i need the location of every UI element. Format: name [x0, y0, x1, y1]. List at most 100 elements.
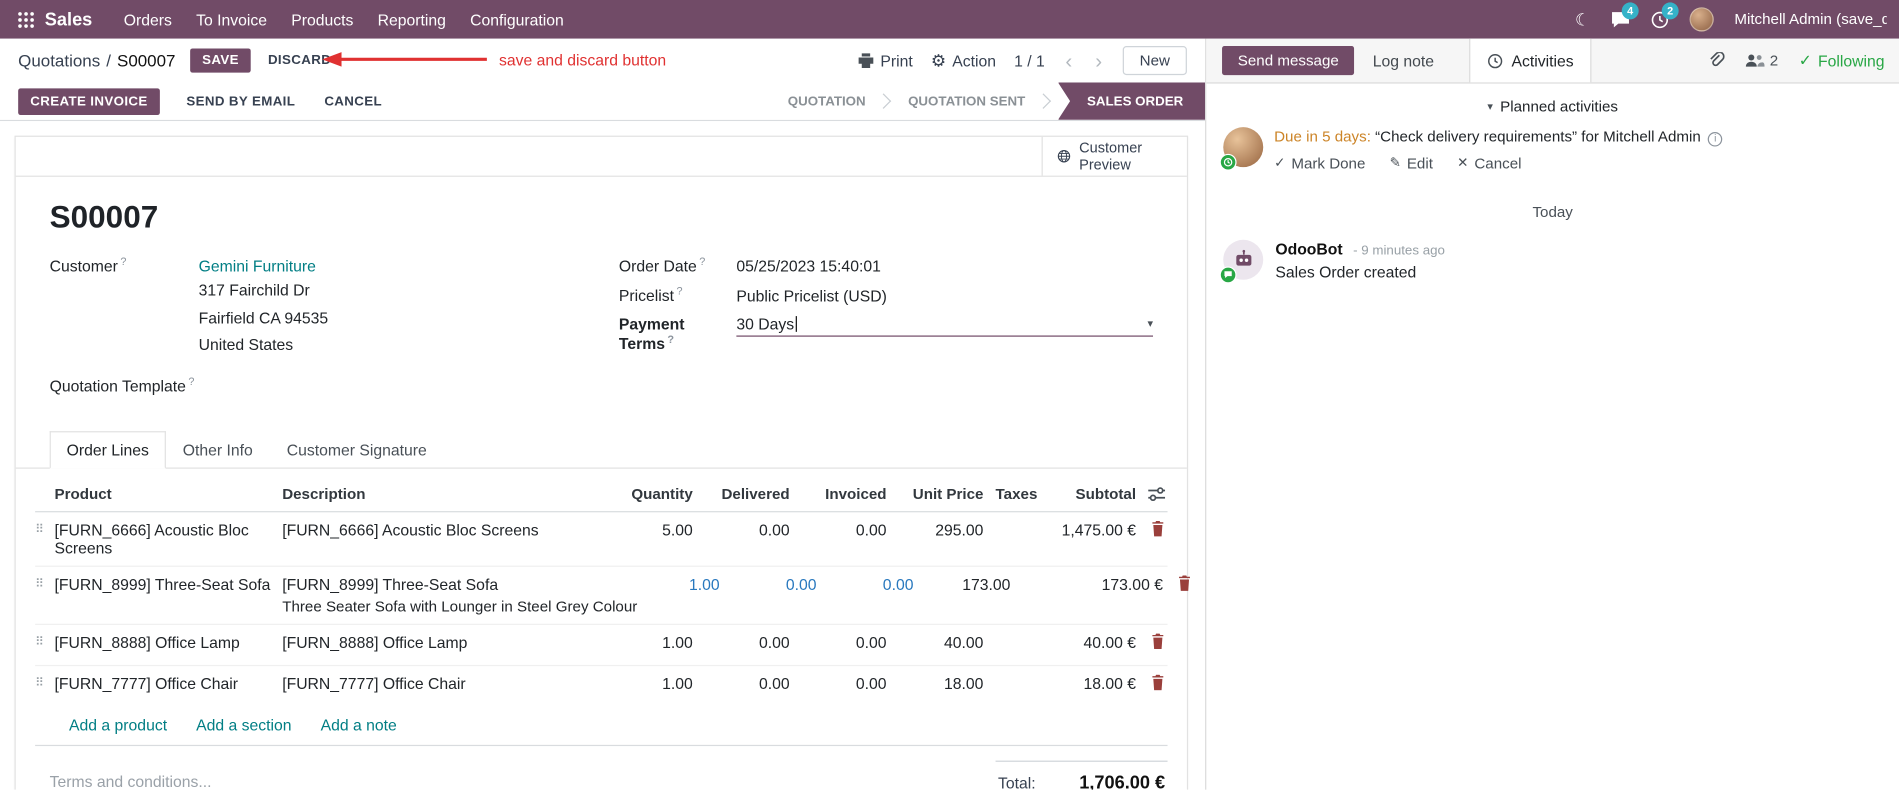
cell-product[interactable]: [FURN_7777] Office Chair — [55, 675, 283, 693]
nav-reporting[interactable]: Reporting — [366, 2, 459, 37]
nav-to-invoice[interactable]: To Invoice — [184, 2, 279, 37]
customer-link[interactable]: Gemini Furniture — [199, 257, 316, 275]
add-note-link[interactable]: Add a note — [321, 716, 397, 734]
cell-description[interactable]: [FURN_7777] Office Chair — [282, 675, 620, 698]
cell-quantity[interactable]: 5.00 — [620, 521, 693, 539]
order-date-value[interactable]: 05/25/2023 15:40:01 — [736, 257, 880, 275]
col-header-product[interactable]: Product — [55, 486, 283, 503]
cell-unit-price[interactable]: 295.00 — [887, 521, 983, 539]
cell-unit-price[interactable]: 173.00 — [913, 576, 1010, 594]
send-message-button[interactable]: Send message — [1222, 46, 1355, 76]
tab-customer-signature[interactable]: Customer Signature — [270, 431, 444, 469]
edit-activity-button[interactable]: ✎ Edit — [1390, 154, 1433, 171]
breadcrumb-quotations[interactable]: Quotations — [18, 51, 100, 70]
drag-handle-icon[interactable]: ⠿ — [35, 634, 54, 652]
dropdown-caret-icon[interactable]: ▾ — [1148, 317, 1153, 330]
followers-button[interactable]: 2 — [1746, 52, 1778, 69]
nav-products[interactable]: Products — [279, 2, 365, 37]
pager-previous-icon[interactable]: ‹ — [1063, 50, 1075, 71]
cancel-activity-button[interactable]: ✕ Cancel — [1457, 154, 1521, 171]
col-header-delivered[interactable]: Delivered — [693, 486, 789, 503]
cell-quantity[interactable]: 1.00 — [647, 576, 720, 594]
save-button[interactable]: SAVE — [190, 48, 251, 73]
cell-subtotal: 40.00 € — [1083, 633, 1137, 652]
cell-invoiced[interactable]: 0.00 — [790, 521, 887, 539]
print-button[interactable]: Print — [857, 51, 913, 70]
col-header-quantity[interactable]: Quantity — [620, 486, 692, 503]
delete-line-button[interactable] — [1177, 575, 1192, 592]
drag-handle-icon[interactable]: ⠿ — [35, 675, 54, 693]
col-header-invoiced[interactable]: Invoiced — [790, 486, 886, 503]
col-header-description[interactable]: Description — [282, 486, 620, 503]
terms-placeholder[interactable]: Terms and conditions... — [50, 773, 996, 790]
pager-next-icon[interactable]: › — [1093, 50, 1105, 71]
cell-description[interactable]: [FURN_8888] Office Lamp — [282, 634, 620, 657]
tab-other-info[interactable]: Other Info — [166, 431, 270, 469]
customer-preview-link[interactable]: Customer Preview — [1041, 136, 1187, 176]
action-button[interactable]: ⚙ Action — [931, 51, 996, 69]
col-header-taxes[interactable]: Taxes — [983, 486, 1044, 503]
delete-line-button[interactable] — [1151, 675, 1166, 691]
text-cursor — [795, 315, 797, 332]
cancel-button[interactable]: CANCEL — [315, 88, 392, 115]
nav-configuration[interactable]: Configuration — [458, 2, 576, 37]
cell-subtotal: 1,475.00 € — [1061, 521, 1137, 540]
user-name[interactable]: Mitchell Admin (save_discar — [1734, 11, 1887, 28]
dark-mode-icon[interactable]: ☾ — [1575, 9, 1590, 30]
log-note-button[interactable]: Log note — [1355, 39, 1453, 83]
cell-description[interactable]: [FURN_8999] Three-Seat Sofa Three Seater … — [282, 576, 647, 616]
activities-tab[interactable]: Activities — [1469, 38, 1592, 83]
cell-delivered[interactable]: 0.00 — [693, 634, 790, 652]
planned-activities-header[interactable]: ▾ Planned activities — [1206, 98, 1899, 115]
optional-columns-icon[interactable] — [1148, 487, 1166, 502]
state-quotation-sent[interactable]: QUOTATION SENT — [889, 82, 1045, 120]
help-marker: ? — [667, 332, 675, 345]
cell-product[interactable]: [FURN_6666] Acoustic Bloc Screens — [55, 521, 283, 557]
messages-icon[interactable]: 4 — [1611, 1, 1639, 28]
cell-unit-price[interactable]: 18.00 — [887, 675, 983, 693]
message-author[interactable]: OdooBot — [1275, 239, 1342, 257]
add-product-link[interactable]: Add a product — [69, 716, 167, 734]
customer-preview-label: Customer Preview — [1079, 138, 1143, 174]
tab-order-lines[interactable]: Order Lines — [49, 431, 166, 469]
following-button[interactable]: ✓ Following — [1799, 51, 1885, 70]
pricelist-value[interactable]: Public Pricelist (USD) — [736, 287, 886, 305]
attachments-button[interactable] — [1708, 52, 1725, 69]
state-sales-order[interactable]: SALES ORDER — [1057, 82, 1206, 120]
cell-product[interactable]: [FURN_8888] Office Lamp — [55, 634, 283, 652]
cell-invoiced[interactable]: 0.00 — [790, 634, 887, 652]
discard-button[interactable]: DISCARD — [258, 48, 341, 72]
payment-terms-field[interactable]: 30 Days ▾ — [736, 314, 1154, 337]
state-quotation[interactable]: QUOTATION — [768, 82, 885, 120]
new-button[interactable]: New — [1122, 46, 1187, 76]
create-invoice-button[interactable]: CREATE INVOICE — [18, 87, 160, 115]
drag-handle-icon[interactable]: ⠿ — [35, 521, 54, 539]
add-section-link[interactable]: Add a section — [196, 716, 291, 734]
cell-quantity[interactable]: 1.00 — [620, 634, 693, 652]
drag-handle-icon[interactable]: ⠿ — [35, 576, 54, 594]
user-avatar[interactable] — [1689, 7, 1714, 32]
col-header-unit-price[interactable]: Unit Price — [887, 486, 984, 503]
cell-quantity[interactable]: 1.00 — [620, 675, 693, 693]
app-brand[interactable]: Sales — [45, 9, 92, 30]
col-header-subtotal[interactable]: Subtotal — [1044, 486, 1136, 503]
trash-icon — [1152, 521, 1164, 537]
globe-icon — [1057, 150, 1071, 163]
apps-menu-icon[interactable] — [18, 11, 34, 28]
send-by-email-button[interactable]: SEND BY EMAIL — [177, 88, 305, 115]
cell-product[interactable]: [FURN_8999] Three-Seat Sofa — [55, 576, 283, 594]
delete-line-button[interactable] — [1151, 521, 1166, 537]
order-date-label: Order Date? — [618, 255, 706, 276]
info-icon[interactable]: i — [1708, 131, 1723, 147]
delete-line-button[interactable] — [1151, 633, 1166, 650]
cell-description[interactable]: [FURN_6666] Acoustic Bloc Screens — [282, 521, 620, 544]
cell-delivered[interactable]: 0.00 — [693, 521, 790, 539]
activities-clock-icon[interactable]: 2 — [1651, 1, 1679, 28]
cell-unit-price[interactable]: 40.00 — [887, 634, 983, 652]
cell-invoiced[interactable]: 0.00 — [790, 675, 887, 693]
cell-invoiced[interactable]: 0.00 — [817, 576, 914, 594]
nav-orders[interactable]: Orders — [112, 2, 184, 37]
cell-delivered[interactable]: 0.00 — [693, 675, 790, 693]
mark-done-button[interactable]: ✓ Mark Done — [1274, 154, 1365, 171]
cell-delivered[interactable]: 0.00 — [720, 576, 817, 594]
